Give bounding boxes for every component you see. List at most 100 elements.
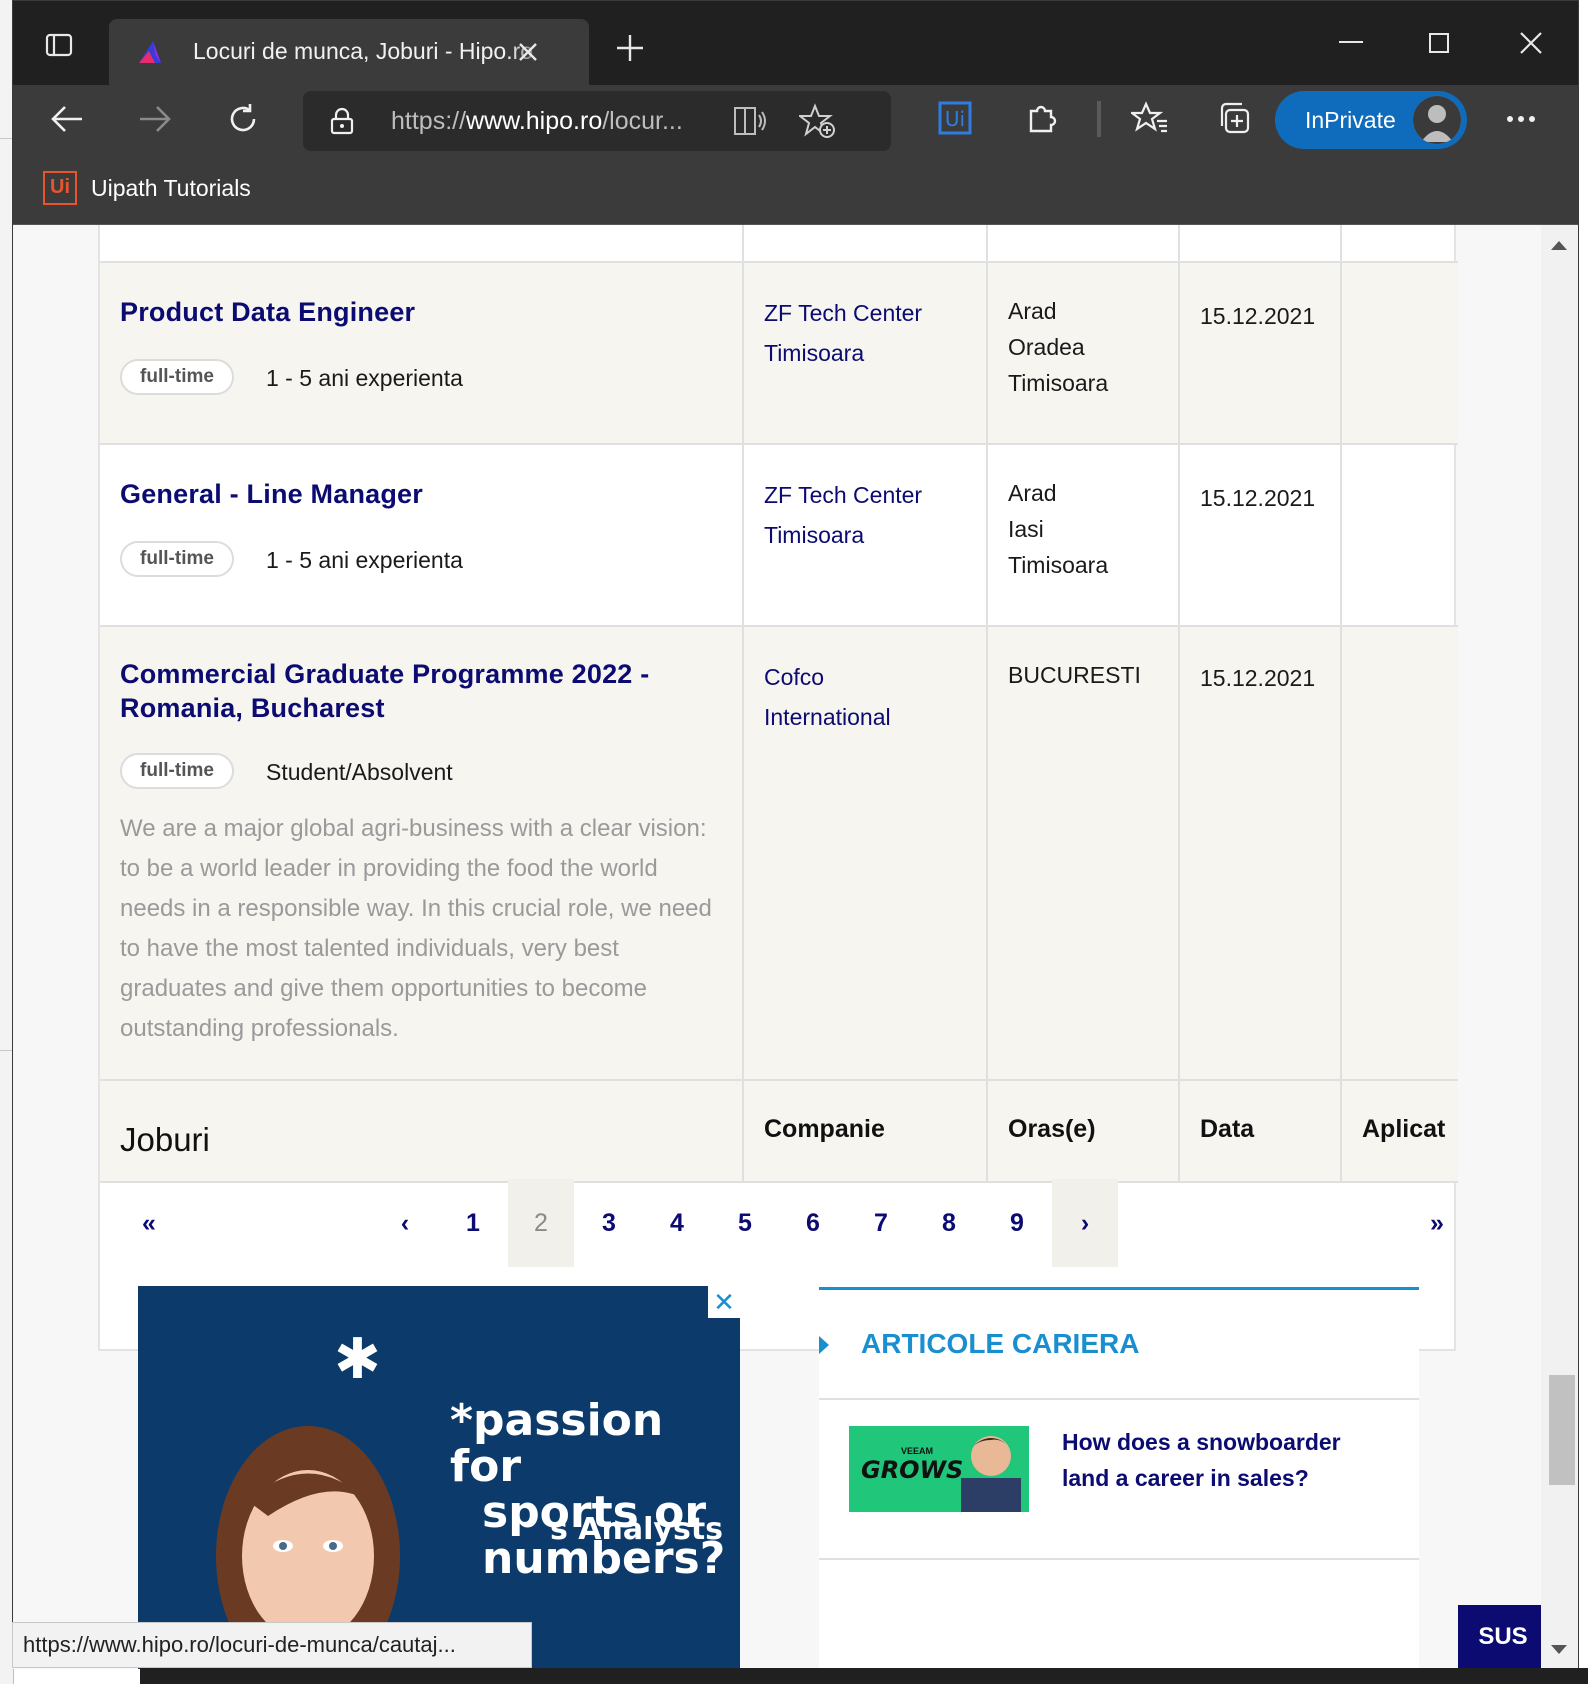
inprivate-profile-button[interactable]: InPrivate: [1275, 91, 1467, 149]
lock-icon[interactable]: [327, 105, 357, 137]
company-cell: ZF Tech Center Timisoara: [744, 263, 988, 443]
scroll-up-icon[interactable]: [1551, 241, 1567, 250]
company-link[interactable]: Cofco International: [764, 657, 891, 737]
page-4-button[interactable]: 4: [644, 1179, 710, 1267]
page-6-button[interactable]: 6: [780, 1179, 846, 1267]
toolbar-divider: [1097, 101, 1101, 137]
svg-text:Ui: Ui: [945, 107, 965, 131]
title-bar: Locuri de munca, Joburi - Hipo.ro: [13, 1, 1578, 85]
add-favorite-icon[interactable]: [797, 101, 839, 141]
city-list: Arad Oradea Timisoara: [1008, 298, 1109, 396]
page-9-button[interactable]: 9: [984, 1179, 1050, 1267]
close-ad-icon[interactable]: ✕: [708, 1286, 740, 1318]
cities-column-header: Oras(e): [1008, 1115, 1096, 1143]
date-cell: 15.12.2021: [1180, 627, 1342, 1079]
maximize-icon[interactable]: [1421, 27, 1457, 59]
prev-page-button[interactable]: ‹: [372, 1179, 438, 1267]
page-5-button[interactable]: 5: [712, 1179, 778, 1267]
job-date: 15.12.2021: [1200, 485, 1316, 511]
articles-divider: [819, 1398, 1419, 1400]
ad-subline: s Analysts: [550, 1512, 724, 1547]
section-arrow-icon: [819, 1336, 829, 1354]
next-page-button[interactable]: ›: [1052, 1179, 1118, 1267]
read-aloud-icon[interactable]: [731, 103, 771, 139]
job-title-link[interactable]: Commercial Graduate Programme 2022 - Roma…: [120, 657, 649, 725]
new-tab-icon[interactable]: [613, 31, 647, 65]
career-articles-panel: ARTICOLE CARIERA VEEAM GROWS How does a …: [819, 1287, 1419, 1669]
collections-icon[interactable]: [1213, 97, 1255, 139]
job-cell: Product Data Engineer full-time 1 - 5 an…: [100, 263, 744, 443]
scroll-down-icon[interactable]: [1551, 1645, 1567, 1654]
close-tab-icon[interactable]: [513, 37, 543, 67]
profile-avatar-icon: [1413, 96, 1461, 144]
table-row: [100, 225, 1458, 263]
job-cell: General - Line Manager full-time 1 - 5 a…: [100, 445, 744, 625]
favorites-icon[interactable]: [1129, 97, 1171, 139]
favorites-bar: Ui Uipath Tutorials: [13, 153, 1578, 225]
table-row: Commercial Graduate Programme 2022 - Roma…: [100, 627, 1458, 1081]
cities-cell: Arad Iasi Timisoara: [988, 445, 1180, 625]
job-type-badge: full-time: [120, 359, 234, 395]
scrollbar-thumb[interactable]: [1549, 1375, 1575, 1485]
status-bar-url: https://www.hipo.ro/locuri-de-munca/caut…: [12, 1622, 532, 1668]
scroll-to-top-button[interactable]: SUS: [1458, 1605, 1541, 1669]
favorite-uipath-tutorials[interactable]: Uipath Tutorials: [91, 175, 251, 202]
city-list: Arad Iasi Timisoara: [1008, 480, 1109, 578]
date-column-header: Data: [1200, 1115, 1255, 1143]
refresh-icon[interactable]: [223, 99, 263, 139]
last-page-button[interactable]: »: [1404, 1179, 1470, 1267]
uipath-logo-icon: Ui: [43, 171, 77, 205]
extensions-puzzle-icon[interactable]: [1021, 97, 1063, 139]
active-tab[interactable]: Locuri de munca, Joburi - Hipo.ro: [109, 19, 589, 85]
job-title-link[interactable]: General - Line Manager: [120, 477, 423, 511]
jobs-column-header: Joburi: [120, 1121, 210, 1158]
company-cell: Cofco International: [744, 627, 988, 1079]
table-footer-header: Joburi Companie Oras(e) Data Aplicat: [100, 1081, 1458, 1183]
articles-heading[interactable]: ARTICOLE CARIERA: [861, 1328, 1139, 1360]
job-cell: Commercial Graduate Programme 2022 - Roma…: [100, 627, 744, 1079]
articles-divider: [819, 1558, 1419, 1560]
company-cell: ZF Tech Center Timisoara: [744, 445, 988, 625]
address-bar[interactable]: https://www.hipo.ro/locur...: [303, 91, 891, 151]
job-description: We are a major global agri-business with…: [120, 815, 712, 1042]
job-date: 15.12.2021: [1200, 303, 1316, 329]
tab-actions-icon[interactable]: [43, 29, 75, 61]
article-thumbnail[interactable]: VEEAM GROWS: [849, 1426, 1029, 1512]
job-date: 15.12.2021: [1200, 665, 1316, 691]
page-1-button[interactable]: 1: [440, 1179, 506, 1267]
job-title-link[interactable]: Product Data Engineer: [120, 295, 415, 329]
page-2-current[interactable]: 2: [508, 1179, 574, 1267]
hipo-favicon-icon: [133, 35, 167, 69]
page-3-button[interactable]: 3: [576, 1179, 642, 1267]
job-experience: Student/Absolvent: [266, 759, 453, 785]
cities-cell: Arad Oradea Timisoara: [988, 263, 1180, 443]
company-column-header: Companie: [764, 1115, 885, 1143]
article-link[interactable]: How does a snowboarder land a career in …: [1062, 1424, 1382, 1496]
table-row: General - Line Manager full-time 1 - 5 a…: [100, 445, 1458, 627]
more-options-icon[interactable]: [1501, 99, 1541, 139]
job-experience: 1 - 5 ani experienta: [266, 365, 463, 391]
date-cell: 15.12.2021: [1180, 445, 1342, 625]
job-type-badge: full-time: [120, 753, 234, 789]
inprivate-label: InPrivate: [1305, 107, 1396, 133]
forward-arrow-icon[interactable]: [135, 99, 175, 139]
uipath-extension-icon[interactable]: Ui: [935, 97, 975, 139]
first-page-button[interactable]: «: [116, 1179, 182, 1267]
job-experience: 1 - 5 ani experienta: [266, 547, 463, 573]
page-7-button[interactable]: 7: [848, 1179, 914, 1267]
close-window-icon[interactable]: [1513, 27, 1549, 59]
vertical-scrollbar[interactable]: [1541, 225, 1578, 1669]
job-type-badge: full-time: [120, 541, 234, 577]
asterisk-icon: ✱: [334, 1327, 381, 1390]
company-link[interactable]: ZF Tech Center Timisoara: [764, 475, 922, 555]
cities-cell: BUCURESTI: [988, 627, 1180, 1079]
back-arrow-icon[interactable]: [47, 99, 87, 139]
apply-column-header: Aplicat: [1362, 1115, 1446, 1143]
minimize-icon[interactable]: [1333, 27, 1369, 57]
page-8-button[interactable]: 8: [916, 1179, 982, 1267]
advertisement-banner[interactable]: ✕ ✱ *passion for sports or numbers? s An…: [138, 1286, 740, 1669]
company-link[interactable]: ZF Tech Center Timisoara: [764, 293, 922, 373]
navigation-toolbar: https://www.hipo.ro/locur... Ui InPrivat…: [13, 85, 1578, 153]
table-row: Product Data Engineer full-time 1 - 5 an…: [100, 263, 1458, 445]
url-text[interactable]: https://www.hipo.ro/locur...: [391, 107, 683, 136]
